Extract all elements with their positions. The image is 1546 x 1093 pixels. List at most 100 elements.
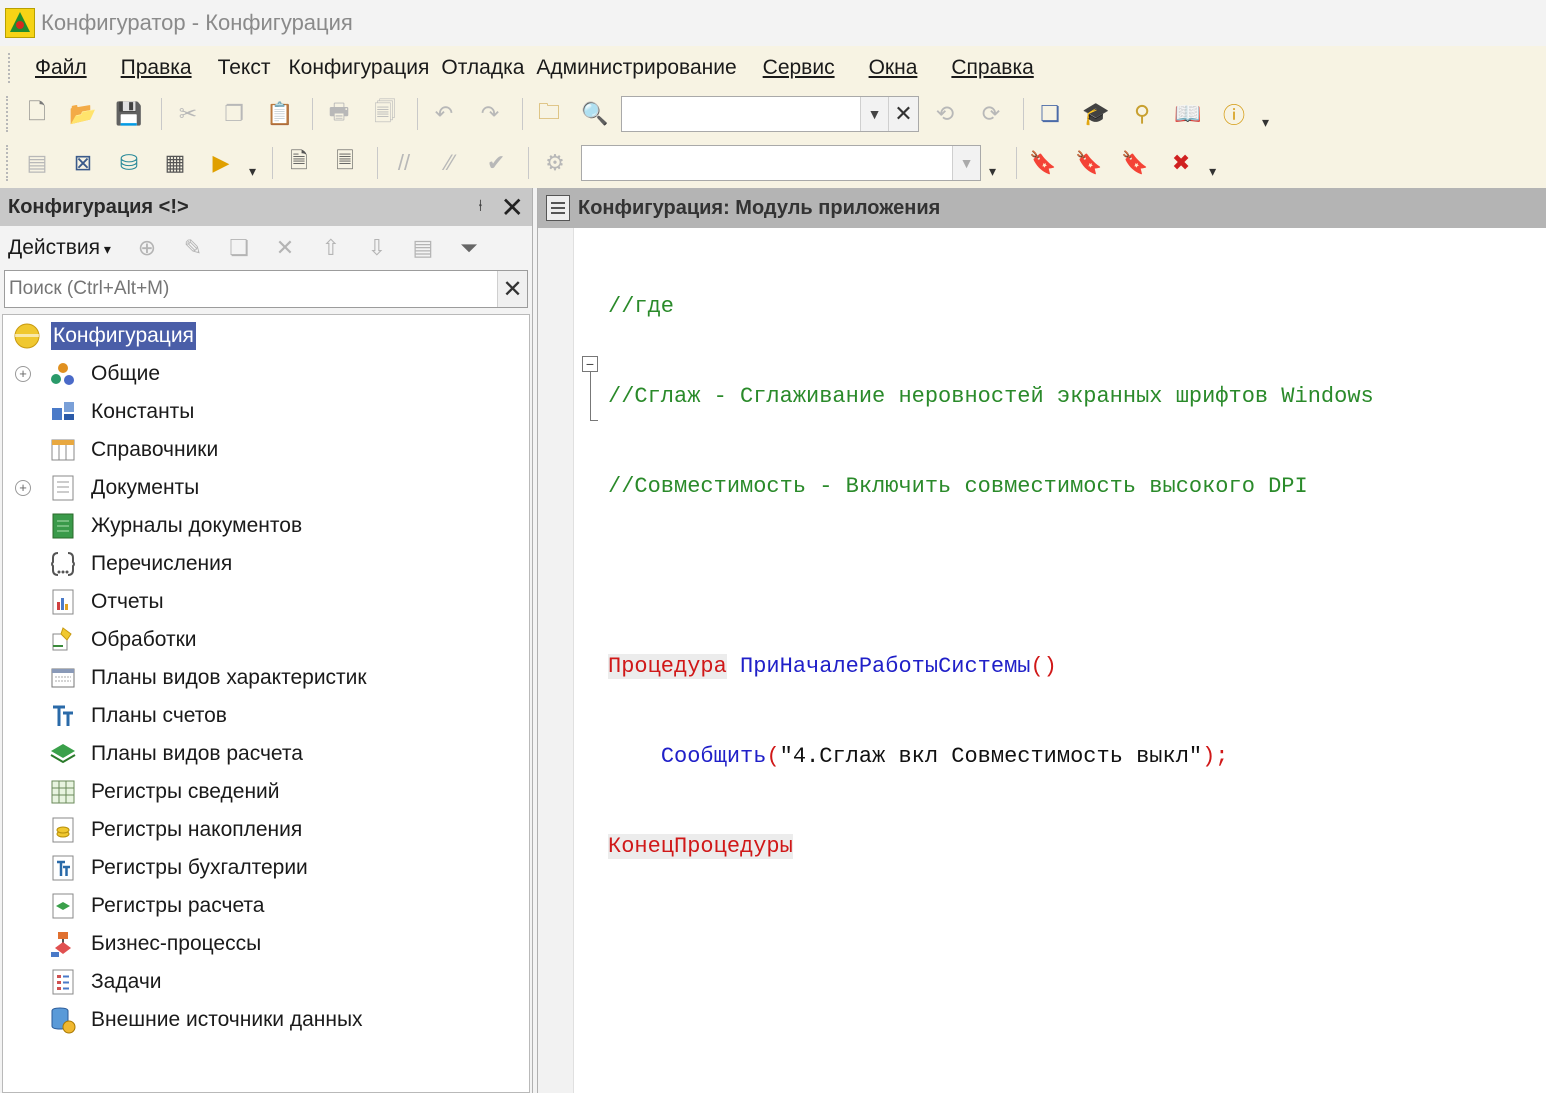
close-icon[interactable]: ✕ <box>888 97 918 131</box>
undo-icon[interactable]: ↶ <box>424 95 464 133</box>
tree-item-label[interactable]: Отчеты <box>91 590 164 614</box>
form-icon[interactable]: ⊠ <box>63 144 103 182</box>
pin-icon[interactable]: ⍿ <box>478 198 482 216</box>
menu-help[interactable]: Справка <box>939 56 1045 80</box>
tree-item-label[interactable]: Регистры сведений <box>91 780 280 804</box>
tree-item-label[interactable]: Планы видов расчета <box>91 742 303 766</box>
tree-item-label[interactable]: Справочники <box>91 438 218 462</box>
tree-item-label[interactable]: Задачи <box>91 970 162 994</box>
database-config-icon[interactable]: ⛁ <box>109 144 149 182</box>
toolbar2-overflow-icon[interactable]: ▾ <box>1209 163 1216 180</box>
actions-menu-button[interactable]: Действия <box>8 236 111 260</box>
find-icon[interactable]: 🔍 <box>575 95 615 133</box>
close-icon[interactable]: ✕ <box>501 191 524 224</box>
table-icon[interactable]: ▦ <box>155 144 195 182</box>
open-icon[interactable]: 📂 <box>63 95 103 133</box>
tree-item-documents[interactable]: + Документы <box>3 469 529 507</box>
tree-item-accumulation-registers[interactable]: Регистры накопления <box>3 811 529 849</box>
search-input[interactable] <box>5 272 497 306</box>
collapse-icon[interactable]: − <box>582 356 598 372</box>
check-syntax-icon[interactable]: ✔ <box>476 144 516 182</box>
back-search-icon[interactable]: ⟲ <box>925 95 965 133</box>
configuration-tree[interactable]: Конфигурация + Общие Константы Справочни… <box>2 314 530 1093</box>
text-block-icon[interactable]: 🗎 <box>279 144 319 182</box>
copy-icon[interactable]: ❐ <box>214 95 254 133</box>
expand-icon[interactable]: + <box>15 366 31 382</box>
tree-item-label[interactable]: Перечисления <box>91 552 232 576</box>
syntax-helper-icon[interactable]: ⚲ <box>1122 95 1162 133</box>
find-in-files-icon[interactable]: 🗀 <box>529 95 569 133</box>
new-document-icon[interactable]: 🗋 <box>17 95 57 133</box>
tree-item-business-processes[interactable]: Бизнес-процессы <box>3 925 529 963</box>
add-icon[interactable]: ⊕ <box>129 232 165 264</box>
tree-item-reports[interactable]: Отчеты <box>3 583 529 621</box>
module-icon[interactable]: ▤ <box>17 144 57 182</box>
tree-root-label[interactable]: Конфигурация <box>51 322 196 350</box>
menu-debug[interactable]: Отладка <box>435 56 530 80</box>
comment-icon[interactable]: // <box>384 144 424 182</box>
cut-icon[interactable]: ✂ <box>168 95 208 133</box>
tree-item-label[interactable]: Бизнес-процессы <box>91 932 261 956</box>
tree-item-label[interactable]: Константы <box>91 400 194 424</box>
edit-icon[interactable]: ✎ <box>175 232 211 264</box>
tree-item-tasks[interactable]: Задачи <box>3 963 529 1001</box>
tree-item-calculation-registers[interactable]: Регистры расчета <box>3 887 529 925</box>
toolbar-overflow-icon[interactable]: ▾ <box>1262 114 1269 131</box>
text-block-alt-icon[interactable]: 🗏 <box>325 144 365 182</box>
tree-root[interactable]: Конфигурация <box>3 317 529 355</box>
tree-item-constants[interactable]: Константы <box>3 393 529 431</box>
tree-item-label[interactable]: Регистры накопления <box>91 818 302 842</box>
bookmark-next-icon[interactable]: 🔖 <box>1069 144 1109 182</box>
code-area[interactable]: //где //Сглаж - Сглаживание неровностей … <box>608 232 1374 922</box>
run-debug-icon[interactable]: ▶ <box>201 144 241 182</box>
procedure-combo[interactable]: ▼ <box>581 145 982 181</box>
info-icon[interactable]: ⓘ <box>1214 95 1254 133</box>
tree-item-external-data-sources[interactable]: Внешние источники данных <box>3 1001 529 1039</box>
paste-icon[interactable]: 📋 <box>260 95 300 133</box>
tree-item-label[interactable]: Регистры расчета <box>91 894 265 918</box>
filter-icon[interactable]: ⏷ <box>451 232 487 264</box>
tree-item-characteristic-types[interactable]: Планы видов характеристик <box>3 659 529 697</box>
tree-item-accounting-registers[interactable]: Регистры бухгалтерии <box>3 849 529 887</box>
tree-item-label[interactable]: Документы <box>91 476 199 500</box>
bookmark-clear-icon[interactable]: ✖ <box>1161 144 1201 182</box>
query-icon[interactable]: ⚙ <box>535 144 575 182</box>
menu-text[interactable]: Текст <box>206 56 283 80</box>
chevron-down-icon[interactable]: ▼ <box>860 97 888 131</box>
tree-item-enumerations[interactable]: Перечисления <box>3 545 529 583</box>
save-icon[interactable]: 💾 <box>109 95 149 133</box>
tree-item-common[interactable]: + Общие <box>3 355 529 393</box>
menu-windows[interactable]: Окна <box>857 56 930 80</box>
help-icon[interactable]: 📖 <box>1168 95 1208 133</box>
move-up-icon[interactable]: ⇧ <box>313 232 349 264</box>
move-down-icon[interactable]: ⇩ <box>359 232 395 264</box>
chevron-down-icon[interactable]: ▼ <box>952 146 981 180</box>
tree-item-label[interactable]: Обработки <box>91 628 197 652</box>
menu-administration[interactable]: Администрирование <box>530 56 742 80</box>
tree-item-label[interactable]: Планы видов характеристик <box>91 666 367 690</box>
tree-item-catalogs[interactable]: Справочники <box>3 431 529 469</box>
delete-icon[interactable]: ✕ <box>267 232 303 264</box>
run-debug-dropdown-icon[interactable]: ▾ <box>249 163 256 180</box>
sort-icon[interactable]: ▤ <box>405 232 441 264</box>
tree-item-label[interactable]: Регистры бухгалтерии <box>91 856 308 880</box>
bookmark-prev-icon[interactable]: 🔖 <box>1115 144 1155 182</box>
tree-item-label[interactable]: Внешние источники данных <box>91 1008 363 1032</box>
menu-service[interactable]: Сервис <box>751 56 847 80</box>
tree-item-label[interactable]: Журналы документов <box>91 514 302 538</box>
print-icon[interactable]: 🖶 <box>319 95 359 133</box>
bookmark-add-icon[interactable]: 🔖 <box>1023 144 1063 182</box>
redo-icon[interactable]: ↷ <box>470 95 510 133</box>
procedure-combo-input[interactable] <box>582 146 952 180</box>
menu-file[interactable]: Файл <box>23 56 99 80</box>
wizard-icon[interactable]: 🎓 <box>1076 95 1116 133</box>
menu-edit[interactable]: Правка <box>109 56 204 80</box>
search-combo[interactable]: ▼ ✕ <box>621 96 919 132</box>
forward-search-icon[interactable]: ⟳ <box>971 95 1011 133</box>
copy-add-icon[interactable]: ❏ <box>221 232 257 264</box>
search-combo-input[interactable] <box>622 97 860 131</box>
search-field[interactable]: ✕ <box>4 270 528 308</box>
tree-item-label[interactable]: Планы счетов <box>91 704 227 728</box>
windows-icon[interactable]: ❏ <box>1030 95 1070 133</box>
uncomment-icon[interactable]: ⁄⁄ <box>430 144 470 182</box>
